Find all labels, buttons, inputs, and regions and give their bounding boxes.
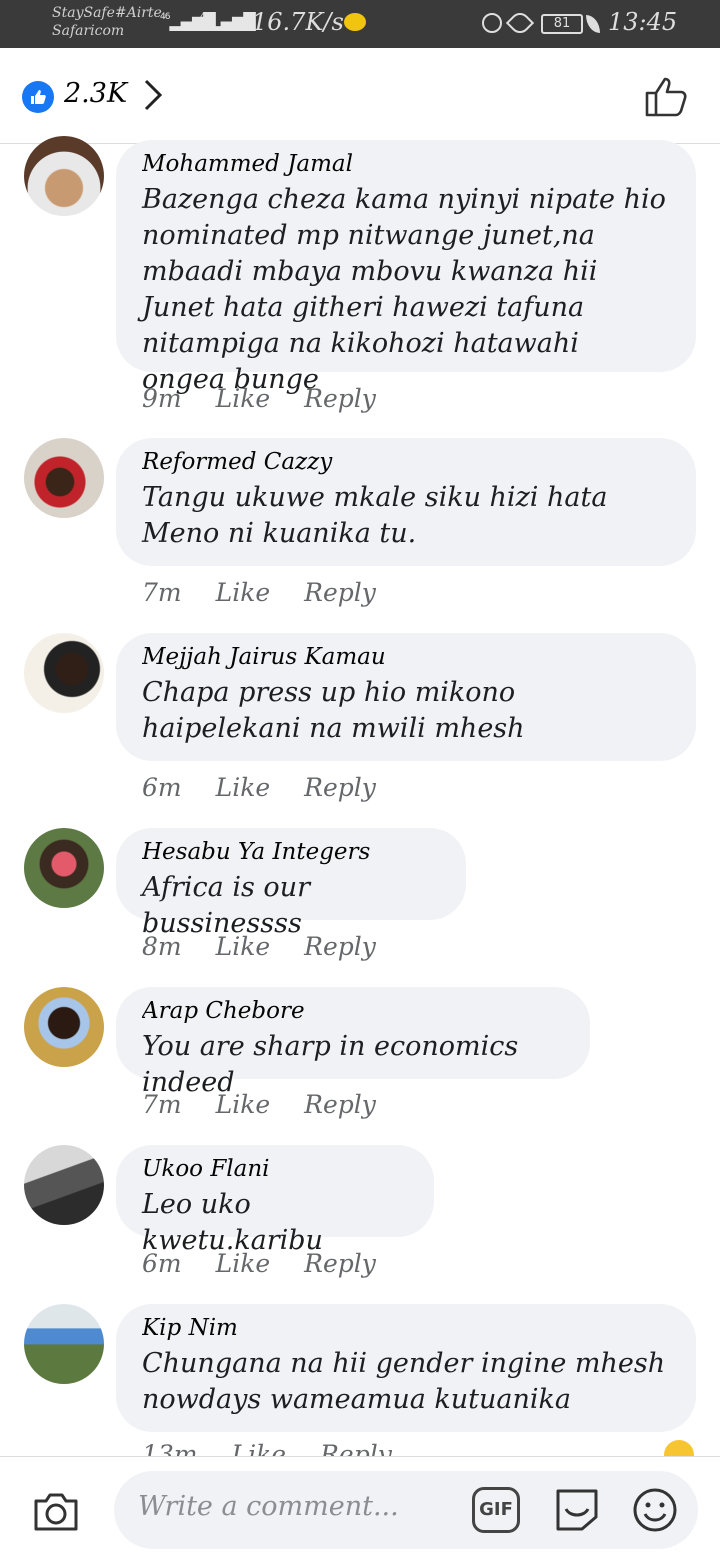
avatar[interactable] <box>24 136 104 216</box>
signal-2-icon: 46▂▄▆█ <box>200 12 256 31</box>
like-button[interactable]: Like <box>216 578 271 607</box>
comment-actions: 8m Like Reply <box>142 932 410 961</box>
comment-author[interactable]: Mohammed Jamal <box>142 146 670 182</box>
comment-author[interactable]: Ukoo Flani <box>142 1151 408 1187</box>
avatar[interactable] <box>24 987 104 1067</box>
sticker-icon[interactable] <box>552 1485 602 1537</box>
thumbs-up-icon[interactable] <box>644 74 690 122</box>
comment-time: 8m <box>142 932 182 961</box>
comment-bubble: Ukoo Flani Leo uko kwetu.karibu <box>116 1145 434 1256</box>
comment-time: 6m <box>142 773 182 802</box>
comment-text: Bazenga cheza kama nyinyi nipate hio nom… <box>142 184 666 395</box>
comment-actions: 13m Like Reply <box>142 1440 426 1456</box>
comment-bubble: Kip Nim Chungana na hii gender ingine mh… <box>116 1304 696 1432</box>
comment-bubble: Mejjah Jairus Kamau Chapa press up hio m… <box>116 633 696 761</box>
reply-button[interactable]: Reply <box>304 1249 376 1278</box>
like-reaction-icon[interactable] <box>22 81 54 113</box>
like-button[interactable]: Like <box>216 1090 271 1119</box>
comment-actions: 6m Like Reply <box>142 1249 410 1278</box>
power-saver-icon <box>586 15 600 33</box>
like-button[interactable]: Like <box>216 384 271 413</box>
comment-bubble: Arap Chebore You are sharp in economics … <box>116 987 590 1098</box>
reactions-header: 2.3K <box>0 48 720 144</box>
carrier-1: StaySafe#Airte <box>52 5 162 21</box>
comment-author[interactable]: Arap Chebore <box>142 993 564 1029</box>
chevron-right-icon[interactable] <box>142 78 164 116</box>
comment-author[interactable]: Kip Nim <box>142 1310 670 1346</box>
comment-actions: 7m Like Reply <box>142 1090 410 1119</box>
comment-time: 7m <box>142 1090 182 1119</box>
reply-button[interactable]: Reply <box>304 578 376 607</box>
camera-icon[interactable] <box>32 1491 80 1537</box>
reply-button[interactable]: Reply <box>304 773 376 802</box>
comment-actions: 9m Like Reply <box>142 384 410 413</box>
signal-2-label: 46 <box>200 12 211 22</box>
alarm-icon <box>482 13 502 33</box>
comment-text: Tangu ukuwe mkale siku hizi hata Meno ni… <box>142 482 608 549</box>
avatar[interactable] <box>24 828 104 908</box>
carrier-2: Safaricom <box>52 23 125 39</box>
signal-1-label: 46 <box>160 12 171 22</box>
comment-bubble: Hesabu Ya Integers Africa is our bussine… <box>116 828 466 939</box>
carrier-names: StaySafe#Airte Safaricom <box>52 4 162 40</box>
gif-button[interactable]: GIF <box>472 1487 520 1533</box>
comment-time: 7m <box>142 578 182 607</box>
comment-author[interactable]: Reformed Cazzy <box>142 444 670 480</box>
comment-author[interactable]: Mejjah Jairus Kamau <box>142 639 670 675</box>
reply-button[interactable]: Reply <box>304 384 376 413</box>
reply-button[interactable]: Reply <box>304 1090 376 1119</box>
chat-bubble-icon <box>344 13 366 31</box>
comment-time: 9m <box>142 384 182 413</box>
reaction-count[interactable]: 2.3K <box>64 78 127 109</box>
avatar[interactable] <box>24 1145 104 1225</box>
comment-composer: Write a comment... GIF <box>0 1456 720 1560</box>
comment-author[interactable]: Hesabu Ya Integers <box>142 834 440 870</box>
reply-button[interactable]: Reply <box>320 1440 392 1456</box>
clock: 13:45 <box>608 8 678 36</box>
battery-icon: 81 <box>541 14 583 34</box>
network-speed: 16.7K/s <box>252 8 344 36</box>
reply-button[interactable]: Reply <box>304 932 376 961</box>
comment-actions: 7m Like Reply <box>142 578 410 607</box>
like-button[interactable]: Like <box>216 1249 271 1278</box>
eye-icon <box>505 8 535 38</box>
avatar[interactable] <box>24 633 104 713</box>
comment-time: 6m <box>142 1249 182 1278</box>
like-button[interactable]: Like <box>216 773 271 802</box>
like-button[interactable]: Like <box>216 932 271 961</box>
laughing-reaction-icon[interactable] <box>664 1440 694 1456</box>
emoji-icon[interactable] <box>632 1487 678 1537</box>
comment-text: Chapa press up hio mikono haipelekani na… <box>142 677 525 744</box>
comment-input[interactable]: Write a comment... GIF <box>114 1471 698 1549</box>
status-bar: StaySafe#Airte Safaricom 46▂▄▆█ 46▂▄▆█ 1… <box>0 0 720 48</box>
comment-text: Chungana na hii gender ingine mhesh nowd… <box>142 1348 666 1415</box>
comment-time: 13m <box>142 1440 198 1456</box>
comment-bubble: Mohammed Jamal Bazenga cheza kama nyinyi… <box>116 140 696 395</box>
comment-input-placeholder: Write a comment... <box>138 1491 399 1522</box>
comment-bubble: Reformed Cazzy Tangu ukuwe mkale siku hi… <box>116 438 696 566</box>
comment-actions: 6m Like Reply <box>142 773 410 802</box>
like-button[interactable]: Like <box>232 1440 287 1456</box>
avatar[interactable] <box>24 438 104 518</box>
avatar[interactable] <box>24 1304 104 1384</box>
